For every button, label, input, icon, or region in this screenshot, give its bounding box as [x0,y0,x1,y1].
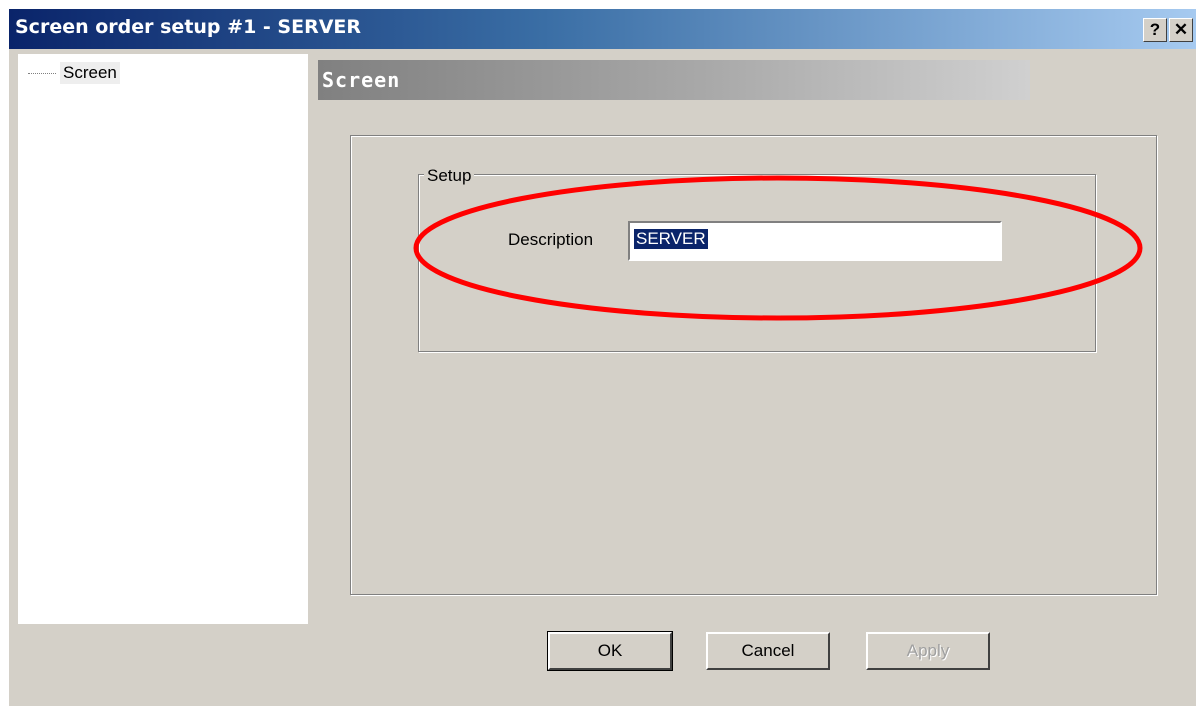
apply-button[interactable]: Apply [866,632,990,670]
description-label: Description [508,230,594,249]
window-title: Screen order setup #1 - SERVER [15,16,362,38]
description-input[interactable]: SERVER [628,221,1002,261]
tree-view[interactable]: Screen [18,54,308,624]
tree-connector [28,73,56,74]
cancel-button[interactable]: Cancel [706,632,830,670]
setup-groupbox [418,174,1096,352]
title-bar[interactable]: Screen order setup #1 - SERVER ? ✕ [9,9,1196,49]
setup-group-label: Setup [424,166,475,186]
tree-item-screen[interactable]: Screen [60,62,120,84]
section-header: Screen [318,60,1030,100]
ok-button[interactable]: OK [547,631,673,671]
description-input-value: SERVER [634,229,708,249]
section-title: Screen [322,68,401,92]
help-icon[interactable]: ? [1143,18,1167,42]
close-icon[interactable]: ✕ [1169,18,1193,42]
